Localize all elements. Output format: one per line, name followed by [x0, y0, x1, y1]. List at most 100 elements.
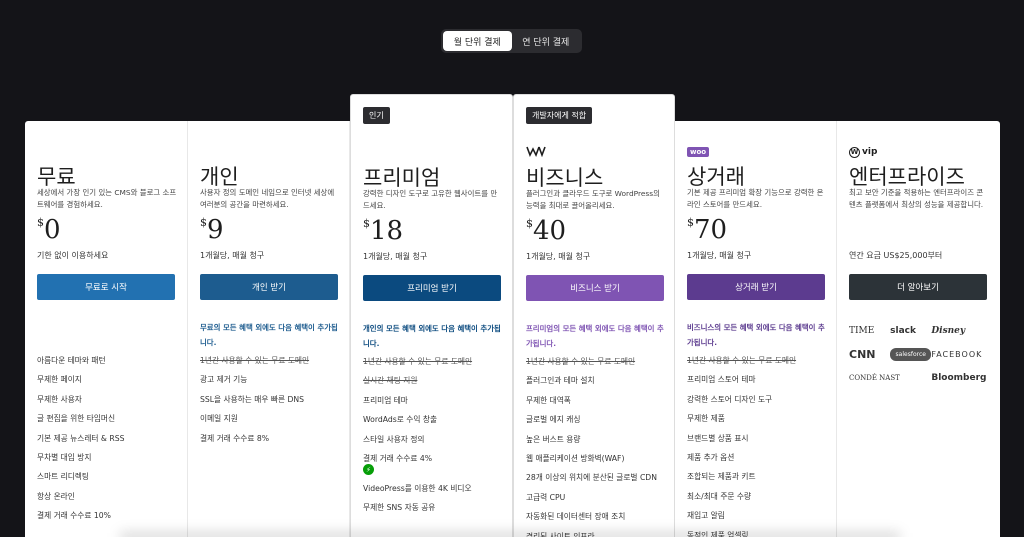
feature-item: 강력한 스토어 디자인 도구 [687, 394, 773, 404]
feature-item: 이메일 지원 [200, 414, 238, 424]
plan-description: 강력한 디자인 도구로 고유한 웹사이트를 만드세요. [363, 189, 498, 210]
feature-item: 실시간 채팅 지원 [363, 376, 418, 386]
wordpress-icon: W [849, 146, 860, 158]
conde-nast-logo: CONDÉ NAST [849, 374, 900, 382]
feature-item: 플러그인과 테마 설치 [526, 376, 595, 386]
currency-symbol: $ [200, 216, 207, 229]
currency-symbol: $ [526, 217, 533, 230]
woo-logo-icon [526, 145, 546, 157]
plan-intro: 비즈니스의 모든 혜택 외에도 다음 혜택이 추가됩니다. [687, 323, 825, 347]
billing-period: 1개월당, 매월 청구 [363, 252, 428, 261]
feature-item: 무제한 SNS 자동 공유 [363, 503, 436, 513]
billing-toggle: 월 단위 결제 연 단위 결제 [441, 29, 582, 53]
feature-item: 웹 애플리케이션 방화벽(WAF) [526, 453, 625, 463]
plan-enterprise: W vip 엔터프라이즈 최고 보안 기준을 적용하는 엔터프라이즈 콘텐츠 플… [837, 121, 1000, 537]
plan-description: 사용자 정의 도메인 네임으로 인터넷 세상에 여러분의 공간을 마련하세요. [200, 188, 335, 209]
wp-vip-logo-icon: W vip [849, 146, 877, 158]
plan-price: $18 [363, 216, 403, 246]
bottom-shadow [120, 532, 900, 537]
feature-item: 글로벌 에지 캐싱 [526, 415, 581, 425]
feature-item: 28개 이상의 위치에 분산된 글로벌 CDN [526, 473, 657, 483]
feature-item: 결제 거래 수수료 8% [200, 433, 270, 443]
extra-feature-list: VideoPress를 이용한 4K 비디오 무제한 SNS 자동 공유 [363, 479, 508, 518]
get-personal-button[interactable]: 개인 받기 [200, 274, 338, 300]
billing-period: 연간 요금 US$25,000부터 [849, 251, 943, 260]
feature-item: 무제한 제품 [687, 414, 725, 424]
get-business-button[interactable]: 비즈니스 받기 [526, 275, 664, 301]
price-amount: 18 [370, 216, 404, 246]
plan-price: $0 [37, 215, 61, 245]
woo-logo-text: woo [687, 147, 710, 157]
popular-badge: 인기 [363, 107, 390, 124]
feature-item: 스마트 리디렉팅 [37, 472, 89, 482]
feature-item: 1년간 사용할 수 있는 무료 도메인 [687, 356, 797, 365]
plan-personal: 개인 사용자 정의 도메인 네임으로 인터넷 세상에 여러분의 공간을 마련하세… [188, 121, 350, 537]
feature-list: 1년간 사용할 수 있는 무료 도메인 플러그인과 테마 설치 무제한 대역폭 … [526, 352, 671, 537]
plan-description: 기본 제공 프리미엄 확장 기능으로 강력한 온라인 스토어를 만드세요. [687, 188, 824, 209]
price-amount: 9 [207, 215, 224, 245]
feature-list: 1년간 사용할 수 있는 무료 도메인 프리미엄 스토어 테마 강력한 스토어 … [687, 351, 832, 537]
slack-logo: slack [890, 326, 917, 336]
billing-period: 1개월당, 매월 청구 [200, 251, 265, 260]
feature-item: 무제한 페이지 [37, 375, 82, 385]
feature-item: 글 편집을 위한 타임머신 [37, 414, 116, 424]
plan-price: $40 [526, 216, 566, 246]
plan-free: 무료 세상에서 가장 인기 있는 CMS와 블로그 소프트웨어를 경험하세요. … [25, 121, 188, 537]
feature-item: 항상 온라인 [37, 491, 75, 501]
plan-intro: 무료의 모든 혜택 외에도 다음 혜택이 추가됩니다. [200, 323, 338, 347]
plan-intro: 개인의 모든 혜택 외에도 다음 혜택이 추가됩니다. [363, 324, 501, 348]
billing-period: 기한 없이 이용하세요 [37, 251, 109, 260]
cnn-logo: CNN [849, 348, 876, 361]
billing-period: 1개월당, 매월 청구 [526, 252, 591, 261]
feature-item: 1년간 사용할 수 있는 무료 도메인 [363, 357, 473, 366]
feature-item: 결제 거래 수수료 10% [37, 511, 111, 521]
feature-list: 1년간 사용할 수 있는 무료 도메인 광고 제거 기능 SSL을 사용하는 매… [200, 351, 345, 448]
jetpack-bolt-icon: ⚡ [363, 464, 374, 475]
monthly-billing-option[interactable]: 월 단위 결제 [443, 31, 512, 51]
currency-symbol: $ [37, 216, 44, 229]
get-commerce-button[interactable]: 상거래 받기 [687, 274, 825, 300]
feature-item: 아름다운 테마와 패턴 [37, 356, 106, 365]
feature-item: WordAds로 수익 창출 [363, 415, 438, 425]
currency-symbol: $ [363, 217, 370, 230]
plan-business: 개발자에게 적합 비즈니스 플러그인과 클라우드 도구로 WordPress의 … [513, 94, 675, 537]
developer-badge: 개발자에게 적합 [526, 107, 593, 124]
feature-item: 재입고 알림 [687, 511, 725, 521]
pricing-plans: 무료 세상에서 가장 인기 있는 CMS와 블로그 소프트웨어를 경험하세요. … [25, 94, 1000, 537]
time-logo: TIME [849, 326, 875, 336]
get-premium-button[interactable]: 프리미엄 받기 [363, 275, 501, 301]
feature-item: VideoPress를 이용한 4K 비디오 [363, 484, 472, 493]
plan-description: 최고 보안 기준을 적용하는 엔터프라이즈 콘텐츠 플랫폼에서 최상의 성능을 … [849, 188, 984, 209]
start-free-button[interactable]: 무료로 시작 [37, 274, 175, 300]
vip-logo-text: vip [862, 147, 878, 157]
feature-item: 프리미엄 스토어 테마 [687, 375, 756, 385]
feature-item: 제품 추가 옵션 [687, 452, 735, 462]
feature-list: 아름다운 테마와 패턴 무제한 페이지 무제한 사용자 글 편집을 위한 타임머… [37, 351, 182, 526]
learn-more-button[interactable]: 더 알아보기 [849, 274, 987, 300]
plan-price: $9 [200, 215, 224, 245]
feature-item: 1년간 사용할 수 있는 무료 도메인 [526, 357, 636, 366]
feature-item: 스타일 사용자 정의 [363, 434, 425, 444]
feature-item: 1년간 사용할 수 있는 무료 도메인 [200, 356, 310, 365]
feature-item: 무차별 대입 방지 [37, 452, 92, 462]
feature-item: 브랜드별 상품 표시 [687, 433, 749, 443]
plan-commerce: woo 상거래 기본 제공 프리미엄 확장 기능으로 강력한 온라인 스토어를 … [675, 121, 837, 537]
disney-logo: Disney [931, 326, 966, 336]
feature-item: 광고 제거 기능 [200, 375, 248, 385]
feature-item: SSL을 사용하는 매우 빠른 DNS [200, 394, 305, 404]
plan-price: $70 [687, 215, 727, 245]
plan-description: 플러그인과 클라우드 도구로 WordPress의 능력을 최대로 끌어올리세요… [526, 189, 660, 210]
feature-item: 프리미엄 테마 [363, 395, 408, 405]
plan-description: 세상에서 가장 인기 있는 CMS와 블로그 소프트웨어를 경험하세요. [37, 188, 177, 209]
feature-item: 최소/최대 주문 수량 [687, 491, 752, 501]
price-amount: 40 [533, 216, 567, 246]
feature-list: 1년간 사용할 수 있는 무료 도메인 실시간 채팅 지원 프리미엄 테마 Wo… [363, 352, 508, 468]
feature-item: 고급력 CPU [526, 492, 566, 502]
feature-item: 조합되는 제품과 키트 [687, 472, 756, 482]
feature-item: 높은 버스트 용량 [526, 434, 581, 444]
client-logos: TIME slack Disney CNN salesforce FACEBOO… [849, 326, 989, 383]
yearly-billing-option[interactable]: 연 단위 결제 [512, 31, 581, 51]
price-amount: 70 [694, 215, 728, 245]
billing-period: 1개월당, 매월 청구 [687, 251, 752, 260]
facebook-logo: FACEBOOK [931, 350, 983, 359]
